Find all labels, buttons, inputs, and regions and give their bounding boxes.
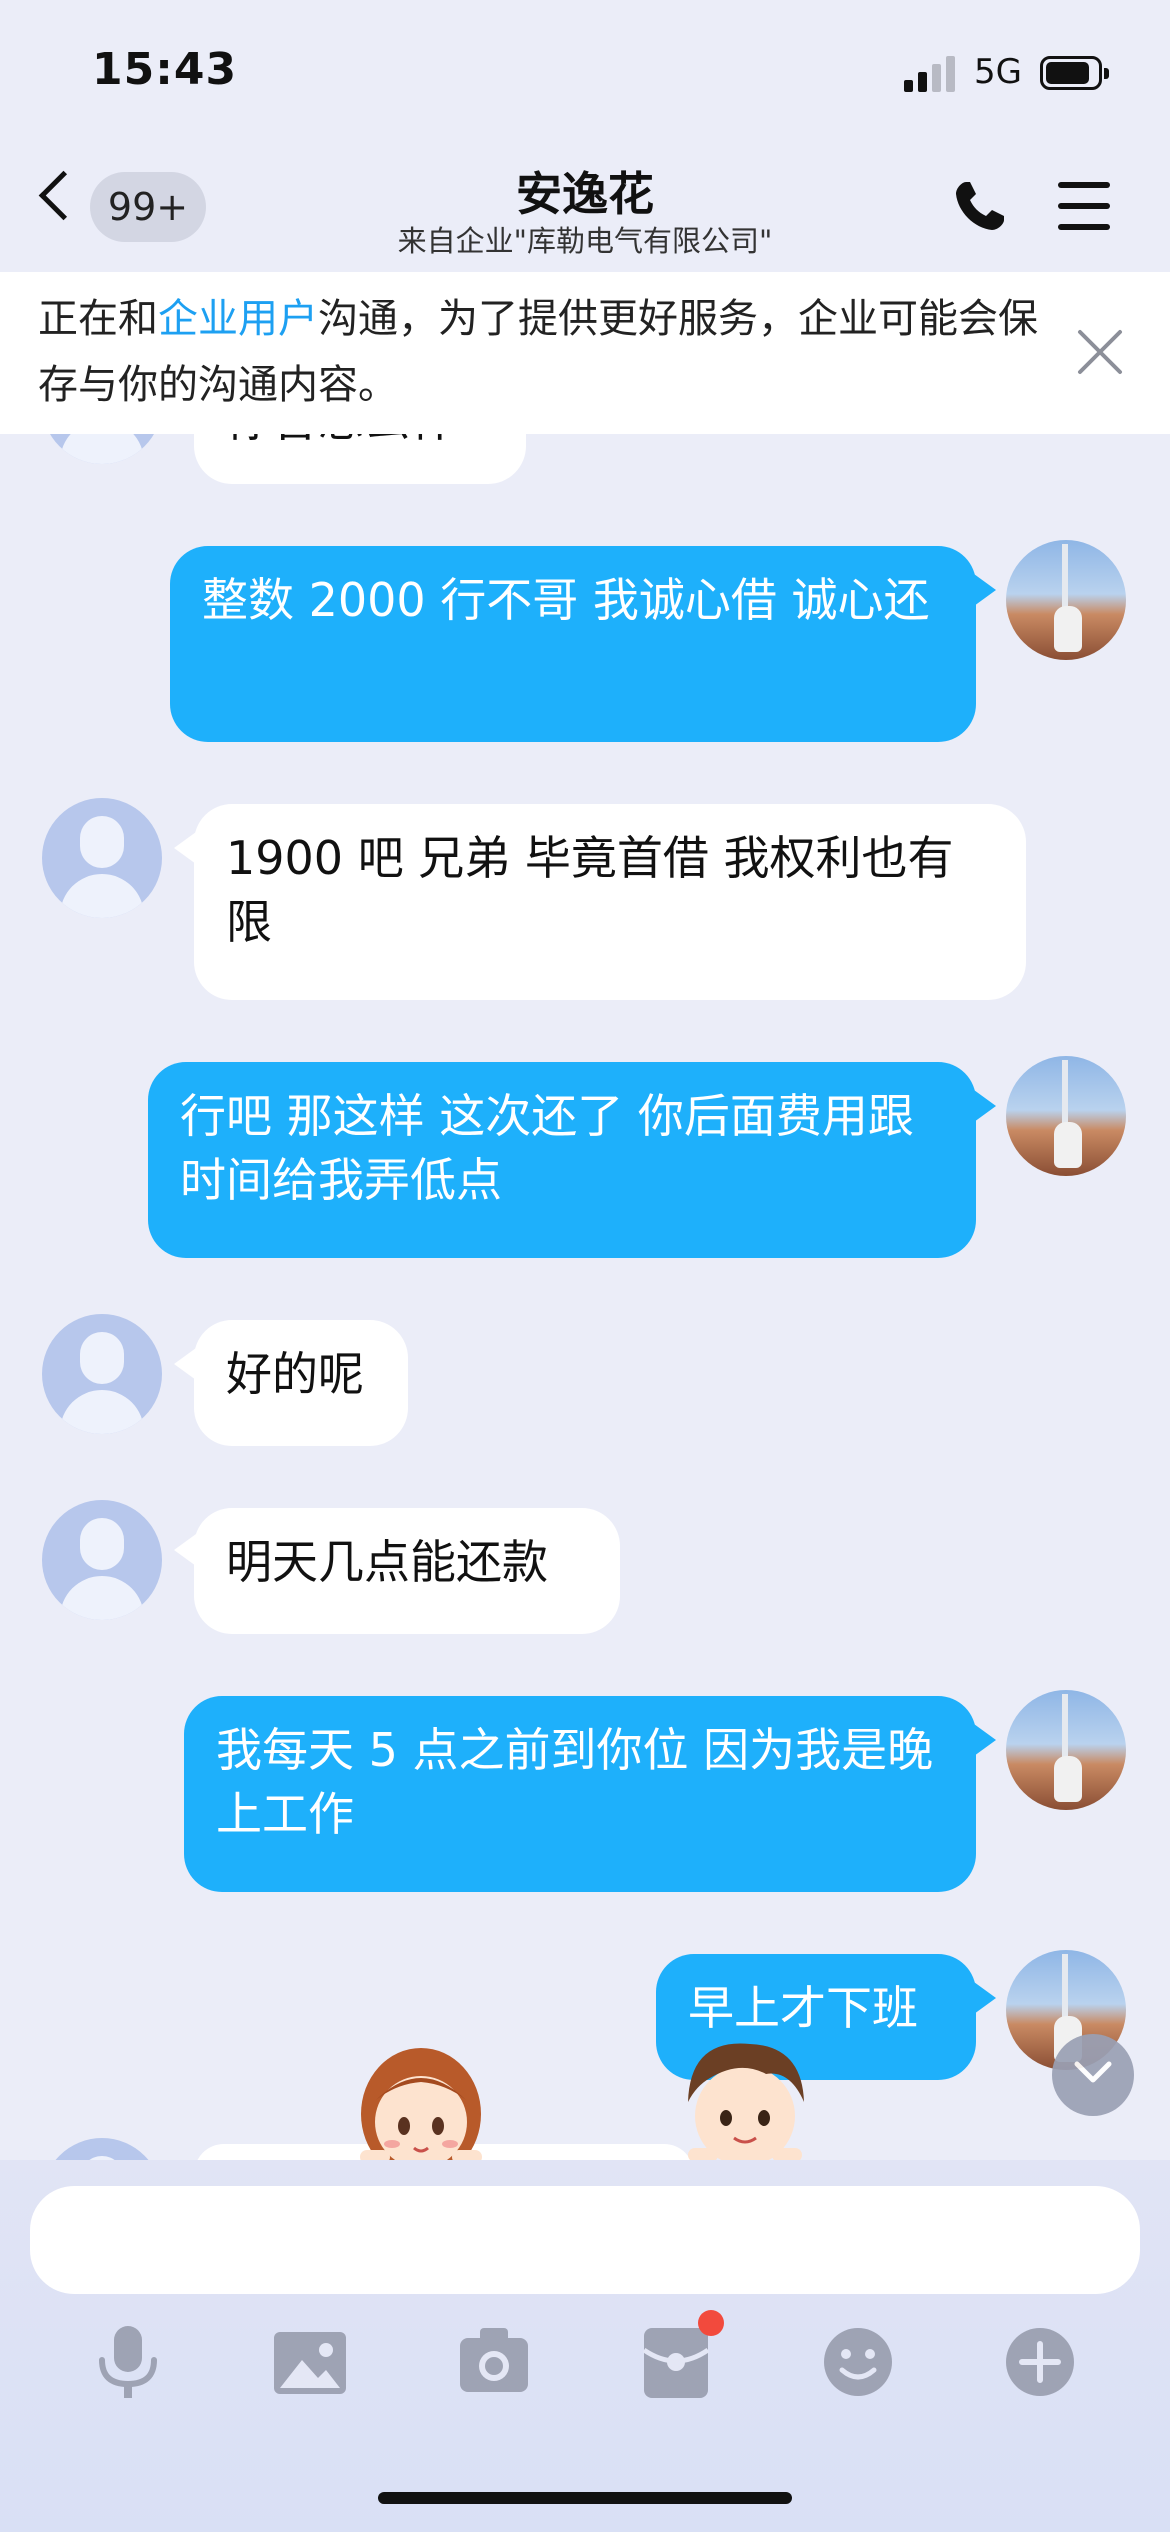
contact-avatar[interactable] bbox=[42, 798, 162, 918]
my-avatar[interactable] bbox=[1006, 1056, 1126, 1176]
bubble-tail bbox=[974, 1724, 996, 1756]
notification-dot bbox=[698, 2310, 724, 2336]
message-bubble-outgoing[interactable]: 行吧 那这样 这次还了 你后面费用跟时间给我弄低点 bbox=[148, 1062, 976, 1258]
enterprise-notice-text: 正在和企业用户沟通，为了提供更好服务，企业可能会保存与你的沟通内容。 bbox=[38, 286, 1038, 418]
bubble-tail bbox=[974, 1982, 996, 2014]
my-avatar[interactable] bbox=[1006, 540, 1126, 660]
bubble-tail bbox=[174, 1534, 196, 1566]
contact-avatar[interactable] bbox=[42, 1500, 162, 1620]
enterprise-user-link[interactable]: 企业用户 bbox=[158, 296, 318, 342]
close-icon[interactable] bbox=[1074, 326, 1126, 378]
my-avatar[interactable] bbox=[1006, 1690, 1126, 1810]
contact-avatar[interactable] bbox=[42, 434, 162, 464]
scroll-to-bottom-button[interactable] bbox=[1052, 2034, 1134, 2116]
menu-icon[interactable] bbox=[1058, 182, 1110, 230]
message-bubble-incoming[interactable]: 你曾想么什 bbox=[194, 434, 526, 484]
bubble-tail bbox=[174, 1348, 196, 1380]
notice-text-before: 正在和 bbox=[38, 296, 158, 342]
battery-icon bbox=[1040, 56, 1109, 90]
message-bubble-incoming[interactable]: 明天几点能还款 bbox=[194, 1508, 620, 1634]
battery-tip bbox=[1104, 68, 1109, 79]
image-icon[interactable] bbox=[268, 2320, 352, 2404]
plus-icon[interactable] bbox=[998, 2320, 1082, 2404]
boy-sticker-icon bbox=[688, 2043, 804, 2160]
contact-avatar[interactable] bbox=[42, 2138, 162, 2160]
microphone-icon[interactable] bbox=[86, 2320, 170, 2404]
contact-avatar[interactable] bbox=[42, 1314, 162, 1434]
phone-icon[interactable] bbox=[952, 178, 1008, 234]
bubble-tail bbox=[974, 574, 996, 606]
emoji-icon[interactable] bbox=[816, 2320, 900, 2404]
camera-icon[interactable] bbox=[452, 2320, 536, 2404]
signal-icon bbox=[904, 56, 956, 92]
bubble-tail bbox=[974, 1090, 996, 1122]
message-bubble-outgoing[interactable]: 我每天 5 点之前到你位 因为我是晚上工作 bbox=[184, 1696, 976, 1892]
status-time: 15:43 bbox=[92, 44, 238, 95]
network-type: 5G bbox=[974, 52, 1022, 92]
message-input[interactable] bbox=[30, 2186, 1140, 2294]
message-bubble-incoming[interactable]: 好的呢 bbox=[194, 1320, 408, 1446]
message-bubble-incoming[interactable]: 1900 吧 兄弟 毕竟首借 我权利也有限 bbox=[194, 804, 1026, 1000]
message-bubble-outgoing[interactable]: 整数 2000 行不哥 我诚心借 诚心还 bbox=[170, 546, 976, 742]
home-indicator bbox=[378, 2492, 792, 2504]
girl-sticker-icon bbox=[360, 2048, 482, 2160]
bubble-tail bbox=[174, 832, 196, 864]
battery-level bbox=[1046, 62, 1089, 84]
chat-message-list[interactable]: 你曾想么什 整数 2000 行不哥 我诚心借 诚心还 1900 吧 兄弟 毕竟首… bbox=[0, 434, 1170, 2160]
chevron-down-icon bbox=[1074, 2061, 1112, 2083]
